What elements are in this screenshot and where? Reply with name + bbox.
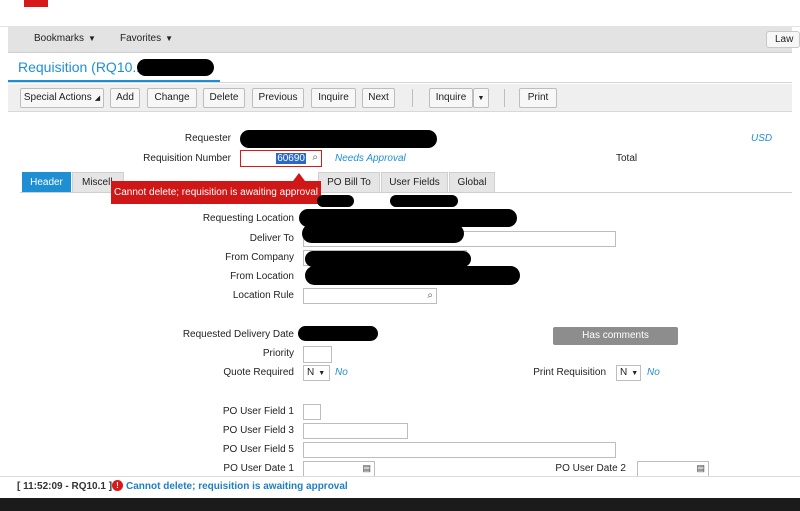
total-label: Total (616, 153, 638, 164)
print-requisition-label: Print Requisition (533, 367, 606, 378)
print-requisition-value: N (620, 367, 628, 378)
from-location-label: From Location (230, 271, 294, 282)
redaction (298, 326, 378, 341)
status-link[interactable]: Needs Approval (335, 153, 406, 164)
law-button[interactable]: Law (766, 31, 800, 48)
po-user-field-5-label: PO User Field 5 (222, 444, 294, 455)
print-button[interactable]: Print (519, 88, 557, 108)
redaction (305, 266, 520, 285)
favorites-label: Favorites (120, 33, 162, 44)
page-title: Requisition (RQ10.1 (18, 59, 145, 75)
print-requisition-select[interactable]: N ▼ (616, 365, 641, 381)
chevron-down-icon: ▼ (631, 370, 639, 377)
tab-global[interactable]: Global (449, 172, 495, 192)
redaction (317, 195, 354, 207)
redaction (137, 59, 214, 76)
po-user-date-1-input[interactable]: ▤ (303, 461, 375, 477)
priority-label: Priority (262, 348, 294, 359)
po-user-date-1-label: PO User Date 1 (223, 463, 294, 474)
chevron-down-icon: ▼ (165, 34, 174, 43)
redaction (302, 224, 464, 243)
quote-required-text: No (335, 367, 348, 378)
po-user-field-5-input[interactable] (303, 442, 616, 458)
special-actions-label: Special Actions (23, 92, 92, 103)
quote-required-select[interactable]: N ▼ (303, 365, 330, 381)
priority-input[interactable] (303, 346, 332, 363)
po-user-date-2-label: PO User Date 2 (555, 463, 626, 474)
bookmarks-menu[interactable]: Bookmarks ▼ (34, 33, 96, 44)
requested-delivery-date-label: Requested Delivery Date (182, 329, 294, 340)
redaction (305, 251, 471, 267)
po-user-field-3-input[interactable] (303, 423, 408, 439)
location-rule-input[interactable]: ⌕ (303, 288, 437, 304)
quote-required-label: Quote Required (223, 367, 294, 378)
tab-header[interactable]: Header (22, 172, 71, 192)
requester-label: Requester (184, 133, 231, 144)
delete-button[interactable]: Delete (203, 88, 245, 108)
next-button[interactable]: Next (362, 88, 395, 108)
tab-po-bill-to[interactable]: PO Bill To (318, 172, 380, 192)
bookmarks-label: Bookmarks (34, 33, 85, 44)
error-icon: ! (112, 480, 123, 491)
inquire-dropdown-button[interactable]: Inquire (429, 88, 473, 108)
po-user-date-2-input[interactable]: ▤ (637, 461, 709, 477)
deliver-to-label: Deliver To (249, 233, 294, 244)
toolbar-separator (504, 89, 505, 107)
change-button[interactable]: Change (147, 88, 197, 108)
calendar-icon[interactable]: ▤ (696, 463, 705, 474)
chevron-down-icon: ▼ (477, 95, 485, 102)
error-tooltip: Cannot delete; requisition is awaiting a… (111, 181, 321, 204)
tooltip-arrow (293, 173, 305, 181)
location-rule-label: Location Rule (232, 290, 294, 301)
os-taskbar (0, 498, 800, 511)
redaction (240, 130, 437, 148)
inquire-dropdown-toggle[interactable]: ▼ (473, 88, 489, 108)
has-comments-button[interactable]: Has comments (553, 327, 678, 345)
tab-user-fields[interactable]: User Fields (381, 172, 448, 192)
favorites-menu[interactable]: Favorites ▼ (120, 33, 173, 44)
po-user-field-1-input[interactable] (303, 404, 321, 420)
previous-button[interactable]: Previous (252, 88, 304, 108)
toolbar-separator (412, 89, 413, 107)
inquire-button[interactable]: Inquire (311, 88, 356, 108)
chevron-down-icon: ▼ (88, 34, 96, 43)
requisition-number-value: 60690 (276, 153, 306, 164)
brand-logo (24, 0, 48, 7)
status-message: Cannot delete; requisition is awaiting a… (126, 481, 348, 492)
quote-required-value: N (307, 367, 315, 378)
search-icon[interactable]: ⌕ (427, 290, 433, 301)
status-timestamp: [ 11:52:09 - RQ10.1 ] (17, 481, 113, 492)
from-company-label: From Company (225, 252, 294, 263)
app-top-strip (0, 0, 800, 27)
po-user-field-3-label: PO User Field 3 (222, 425, 294, 436)
currency-link[interactable]: USD (751, 133, 772, 144)
chevron-down-icon: ▼ (318, 370, 326, 377)
print-requisition-text: No (647, 367, 660, 378)
add-button[interactable]: Add (110, 88, 140, 108)
po-user-field-1-label: PO User Field 1 (222, 406, 294, 417)
chevron-down-icon: ◢ (94, 95, 101, 102)
calendar-icon[interactable]: ▤ (362, 463, 371, 474)
requesting-location-label: Requesting Location (202, 213, 294, 224)
requisition-number-label: Requisition Number (143, 153, 231, 164)
special-actions-button[interactable]: Special Actions ◢ (20, 88, 104, 108)
redaction (390, 195, 458, 207)
divider (8, 82, 792, 83)
search-icon[interactable]: ⌕ (312, 152, 318, 163)
requisition-number-input[interactable]: 60690 ⌕ (240, 150, 322, 167)
